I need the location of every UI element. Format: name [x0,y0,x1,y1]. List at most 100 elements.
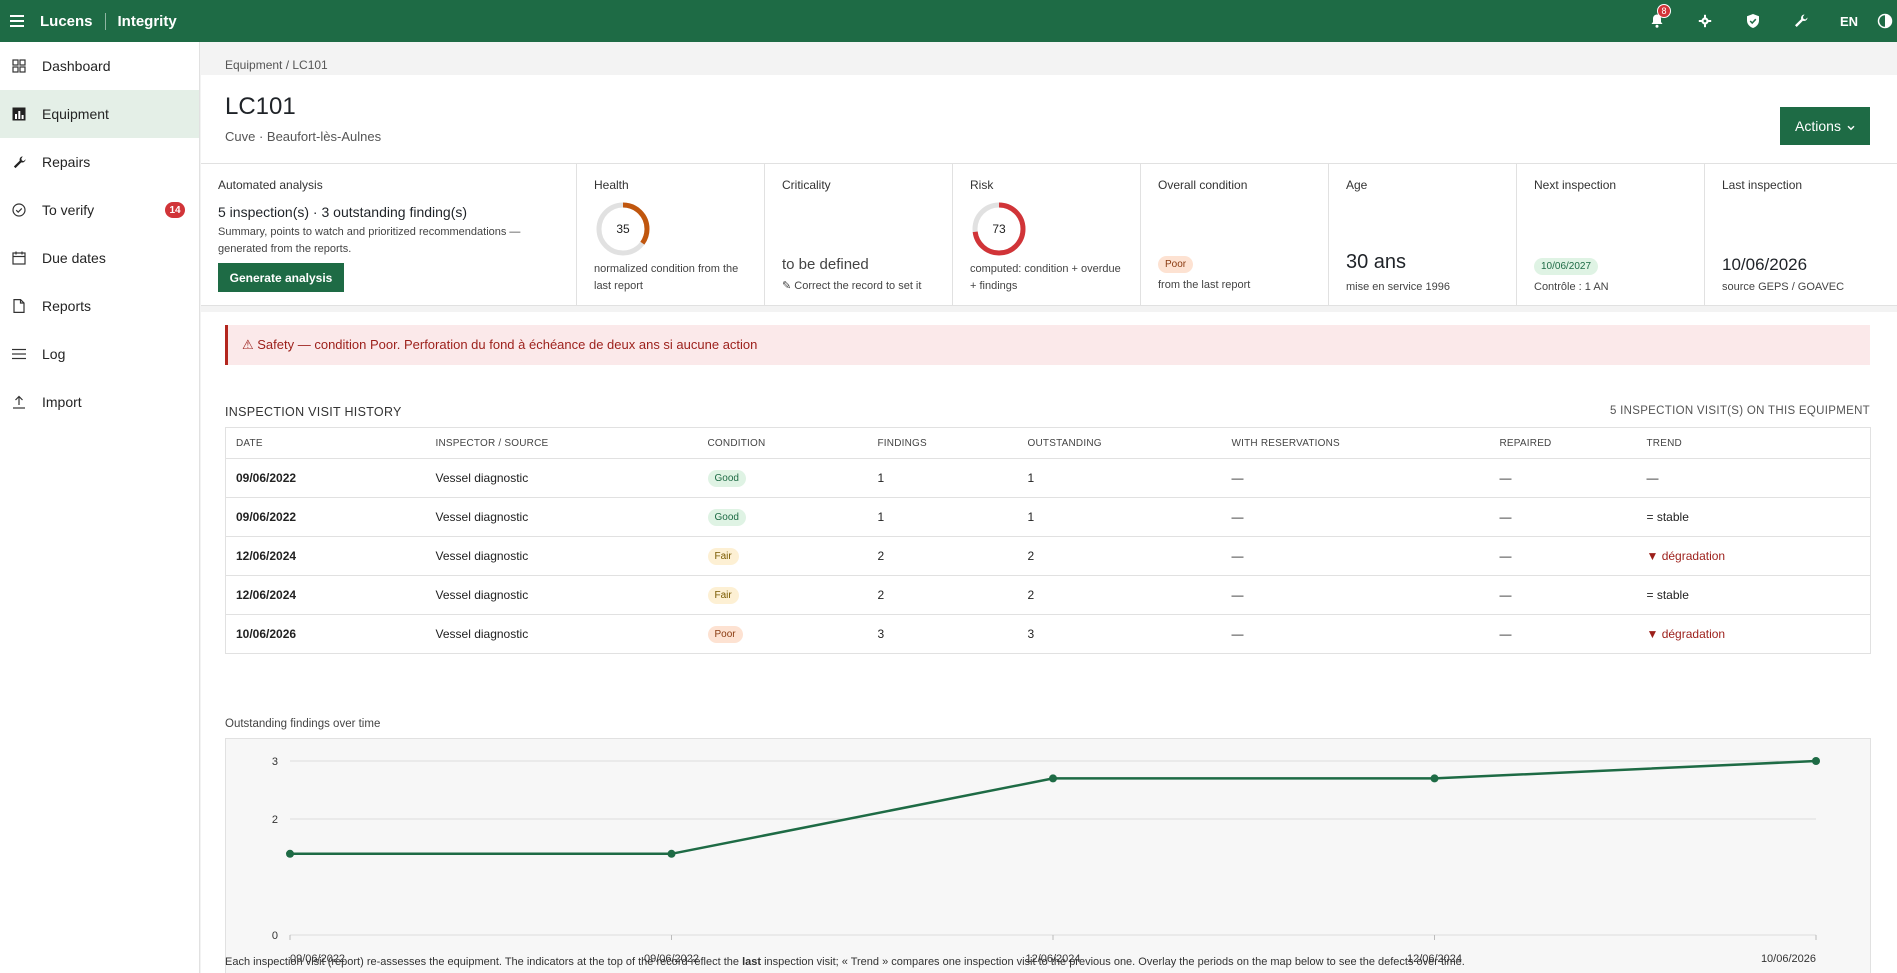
column-header[interactable]: OUTSTANDING [1017,427,1222,459]
sidebar-item-label: Reports [42,298,92,314]
column-header[interactable]: REPAIRED [1489,427,1637,459]
last-inspection-note: source GEPS / GOAVEC [1722,281,1845,293]
overall-condition-note: from the last report [1158,279,1251,291]
findings-cell: 1 [867,497,1018,537]
footnote-text-end: inspection visit; « Trend » compares one… [761,956,1465,968]
date-cell: 09/06/2022 [225,458,426,498]
settings-button[interactable] [1681,0,1729,42]
notifications-button[interactable]: 8 [1633,0,1681,42]
next-inspection-date-badge: 10/06/2027 [1534,258,1599,275]
table-row[interactable]: 12/06/2024 Vessel diagnostic Fair 2 2— — = sta… [225,575,1871,615]
sidebar-item-reports[interactable]: Reports [0,282,199,330]
safety-alert: ⚠ Safety — condition Poor. Perforation d… [225,325,1870,365]
kpi-overall-condition: Overall condition Poor from the last rep… [1141,164,1329,305]
trend-cell: ▼ dégradation [1636,536,1871,576]
security-button[interactable] [1729,0,1777,42]
wrench-icon [11,154,27,170]
kpi-label: Health [594,178,629,192]
sidebar-item-repairs[interactable]: Repairs [0,138,199,186]
sidebar-item-label: Log [42,346,66,362]
kpi-label: Overall condition [1158,178,1248,192]
condition-cell: Fair [697,536,868,576]
top-bar: Lucens Integrity 8 EN [0,0,1897,42]
sidebar-item-to-verify[interactable]: To verify 14 [0,186,199,234]
menu-icon[interactable] [10,15,24,27]
table-row[interactable]: 12/06/2024 Vessel diagnostic Fair 2 2— — ▼ dég… [225,536,1871,576]
chevron-down-icon [1847,125,1855,131]
column-header[interactable]: INSPECTOR / SOURCE [425,427,698,459]
data-point[interactable] [1049,774,1057,783]
reservations-cell: — [1221,497,1490,537]
wrench-icon [1795,14,1808,27]
last-inspection-value: 10/06/2026 [1722,255,1808,274]
health-gauge: 35 [596,202,650,256]
repaired-cell: — [1489,614,1637,654]
kpi-strip: Automated analysis 5 inspection(s) · 3 o… [201,163,1897,306]
date-cell: 10/06/2026 [225,614,426,654]
sidebar-item-label: Repairs [42,154,91,170]
reservations-cell: — [1221,614,1490,654]
table-row[interactable]: 10/06/2026 Vessel diagnostic Poor 3 3— — ▼ dég… [225,614,1871,654]
check-circle-icon [11,202,27,218]
sidebar-item-dashboard[interactable]: Dashboard [0,42,199,90]
document-icon [11,298,27,314]
kpi-label: Last inspection [1722,178,1803,192]
sidebar-item-label: Import [42,394,82,410]
sidebar-item-due-dates[interactable]: Due dates [0,234,199,282]
condition-badge: Poor [707,625,743,643]
data-point[interactable] [1812,757,1820,765]
breadcrumb[interactable]: Equipment / LC101 [225,58,328,72]
sidebar-item-import[interactable]: Import [0,378,199,426]
repaired-cell: — [1489,497,1637,537]
outstanding-cell: 2 [1017,575,1222,615]
data-point[interactable] [667,849,676,858]
column-header[interactable]: FINDINGS [867,427,1018,459]
column-header[interactable]: CONDITION [697,427,868,459]
trend-cell: = stable [1636,575,1871,615]
to-verify-count-badge: 14 [165,202,185,218]
contrast-toggle[interactable] [1873,0,1897,42]
sidebar-item-log[interactable]: Log [0,330,199,378]
correct-record-link[interactable]: ✎ Correct the record to set it [782,279,921,292]
tools-button[interactable] [1777,0,1825,42]
data-point[interactable] [1430,774,1439,783]
outstanding-cell: 2 [1017,536,1222,576]
actions-label: Actions [1795,118,1841,134]
kpi-criticality: Criticality to be defined ✎ Correct the … [765,164,953,305]
column-header[interactable]: WITH RESERVATIONS [1221,427,1490,459]
brand-name[interactable]: Lucens [40,12,106,30]
sidebar-item-equipment[interactable]: Equipment [0,90,199,138]
condition-badge: Fair [707,547,739,565]
kpi-label: Criticality [782,178,831,192]
sidebar-item-label: Equipment [42,106,109,122]
generate-analysis-button[interactable]: Generate analysis [218,263,344,292]
trend-cell: — [1636,458,1871,498]
page-title: LC101 [225,93,296,120]
chart-icon [11,106,27,122]
column-header[interactable]: TREND [1636,427,1871,459]
y-tick-label: 0 [272,930,278,942]
actions-button[interactable]: Actions [1780,107,1870,145]
shield-icon [1747,14,1759,28]
health-value: 35 [616,222,630,236]
footnote-text: Each inspection visit (report) re-assess… [225,956,743,968]
kpi-label: Automated analysis [218,178,323,192]
data-point[interactable] [286,849,294,858]
language-button[interactable]: EN [1825,0,1873,42]
condition-cell: Fair [697,575,868,615]
repaired-cell: — [1489,458,1637,498]
reservations-cell: — [1221,458,1490,498]
criticality-value: to be defined [782,256,869,273]
chart-title: Outstanding findings over time [225,718,381,730]
trend-cell: ▼ dégradation [1636,614,1871,654]
column-header[interactable]: DATE [225,427,426,459]
findings-cell: 1 [867,458,1018,498]
table-row[interactable]: 09/06/2022 Vessel diagnostic Good 1 1— — — [225,458,1871,498]
kpi-last-inspection: Last inspection 10/06/2026 source GEPS /… [1705,164,1893,305]
source-cell: Vessel diagnostic [425,458,698,498]
x-tick-label: 10/06/2026 [1761,953,1816,965]
outstanding-findings-chart: 0 2 3 09/06/2022 09/06/2022 12/06/2024 12/06/2… [225,738,1871,973]
condition-cell: Good [697,497,868,537]
source-cell: Vessel diagnostic [425,497,698,537]
table-row[interactable]: 09/06/2022 Vessel diagnostic Good 1 1— — = sta… [225,497,1871,537]
